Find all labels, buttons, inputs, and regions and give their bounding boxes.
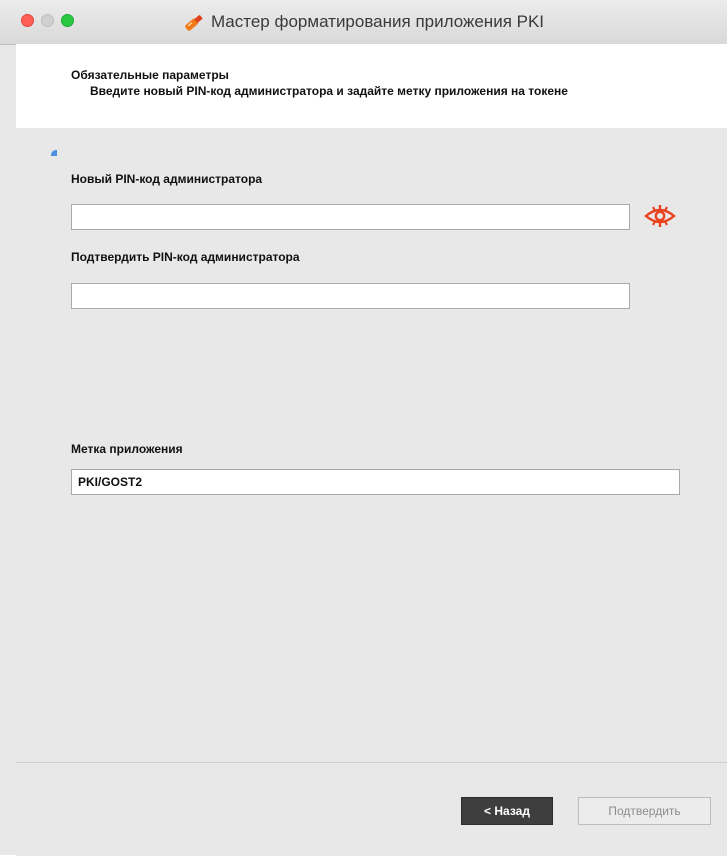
wizard-window: Мастер форматирования приложения PKI Обя… — [0, 0, 727, 856]
step-header: Обязательные параметры Введите новый PIN… — [16, 44, 727, 129]
app-label-label: Метка приложения — [71, 442, 183, 456]
window-title: Мастер форматирования приложения PKI — [210, 12, 545, 31]
app-label-input[interactable] — [71, 469, 680, 495]
confirm-button[interactable]: Подтвердить — [578, 797, 711, 825]
step-description: Введите новый PIN-код администратора и з… — [90, 84, 568, 98]
back-button[interactable]: < Назад — [461, 797, 553, 825]
new-pin-label: Новый PIN-код администратора — [71, 172, 263, 186]
button-bar: < Назад Подтвердить — [16, 762, 727, 856]
step-title: Обязательные параметры — [71, 68, 229, 82]
focus-marker-icon — [51, 150, 57, 156]
usb-token-icon — [185, 15, 203, 31]
window-title-group: Мастер форматирования приложения PKI — [0, 0, 727, 44]
new-pin-input[interactable] — [71, 204, 630, 230]
form-panel: Новый PIN-код администратора Подтвердить… — [16, 128, 727, 762]
title-bar[interactable]: Мастер форматирования приложения PKI — [0, 0, 727, 45]
eye-icon[interactable] — [643, 204, 677, 228]
confirm-pin-label: Подтвердить PIN-код администратора — [71, 250, 300, 264]
confirm-pin-input[interactable] — [71, 283, 630, 309]
